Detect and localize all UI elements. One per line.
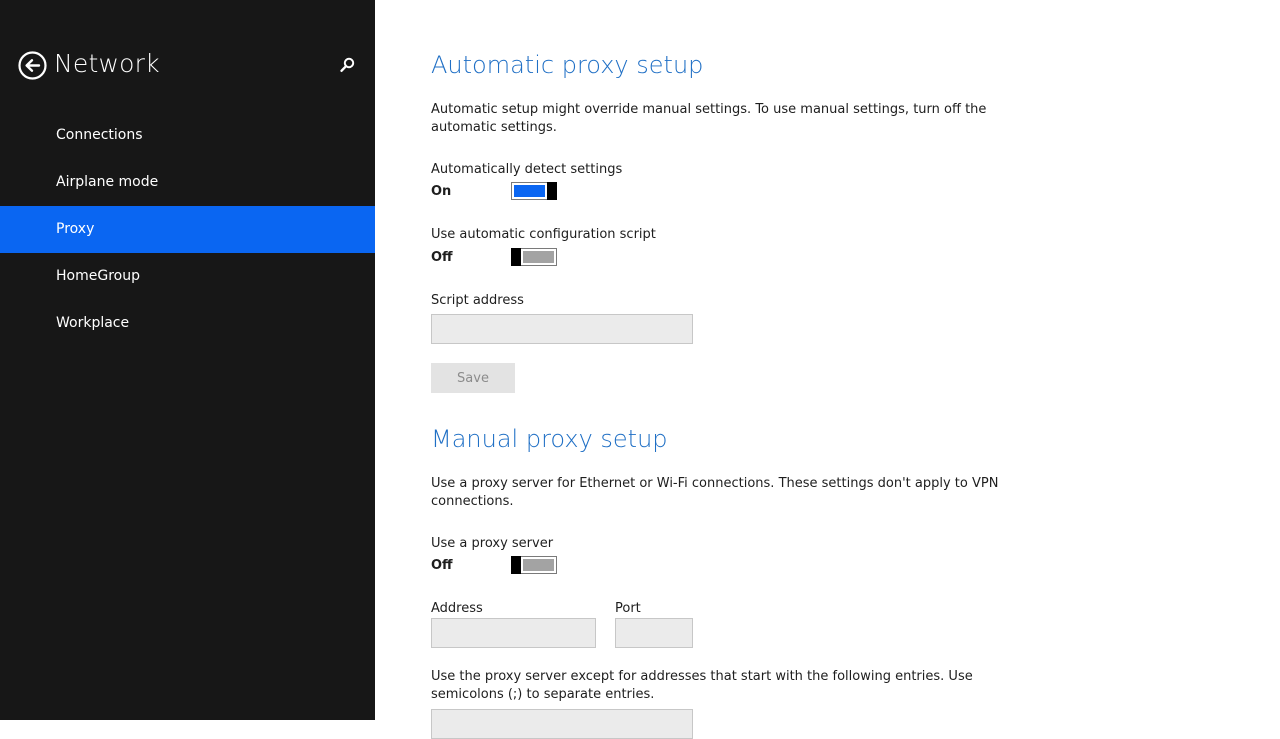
sidebar-item-homegroup[interactable]: HomeGroup — [0, 253, 375, 300]
settings-panel: Automatic proxy setup Automatic setup mi… — [375, 0, 1280, 739]
detect-settings-state: On — [431, 184, 452, 199]
automatic-proxy-description: Automatic setup might override manual se… — [431, 102, 987, 135]
toggle-track — [523, 251, 554, 263]
toggle-thumb[interactable] — [547, 182, 557, 200]
address-label: Address — [431, 601, 483, 616]
sidebar-item-connections[interactable]: Connections — [0, 112, 375, 159]
sidebar: Network Connections Airplane mode Proxy … — [0, 0, 375, 720]
exceptions-input[interactable] — [431, 709, 693, 739]
page-title: Network — [54, 49, 160, 78]
use-proxy-toggle[interactable] — [511, 556, 557, 574]
config-script-toggle[interactable] — [511, 248, 557, 266]
address-input[interactable] — [431, 618, 596, 648]
sidebar-nav: Connections Airplane mode Proxy HomeGrou… — [0, 112, 375, 347]
script-address-input[interactable] — [431, 314, 693, 344]
script-address-label: Script address — [431, 293, 524, 308]
config-script-label: Use automatic configuration script — [431, 227, 656, 242]
exceptions-description: Use the proxy server except for addresse… — [431, 669, 973, 702]
toggle-thumb[interactable] — [511, 556, 521, 574]
back-arrow-icon — [18, 51, 47, 80]
sidebar-item-proxy[interactable]: Proxy — [0, 206, 375, 253]
detect-settings-label: Automatically detect settings — [431, 162, 623, 177]
automatic-proxy-heading: Automatic proxy setup — [431, 51, 704, 79]
port-input[interactable] — [615, 618, 693, 648]
manual-proxy-heading: Manual proxy setup — [431, 425, 668, 453]
use-proxy-label: Use a proxy server — [431, 536, 554, 551]
port-label: Port — [615, 601, 641, 616]
sidebar-item-workplace[interactable]: Workplace — [0, 300, 375, 347]
back-button[interactable] — [18, 51, 47, 80]
detect-settings-toggle[interactable] — [511, 182, 557, 200]
toggle-thumb[interactable] — [511, 248, 521, 266]
search-button[interactable] — [338, 56, 356, 74]
sidebar-item-airplane-mode[interactable]: Airplane mode — [0, 159, 375, 206]
manual-proxy-description: Use a proxy server for Ethernet or Wi-Fi… — [431, 476, 999, 509]
toggle-track — [523, 559, 554, 571]
save-button[interactable]: Save — [431, 363, 515, 393]
use-proxy-state: Off — [431, 558, 453, 573]
search-icon — [340, 57, 355, 72]
toggle-track — [514, 185, 545, 197]
config-script-state: Off — [431, 250, 453, 265]
